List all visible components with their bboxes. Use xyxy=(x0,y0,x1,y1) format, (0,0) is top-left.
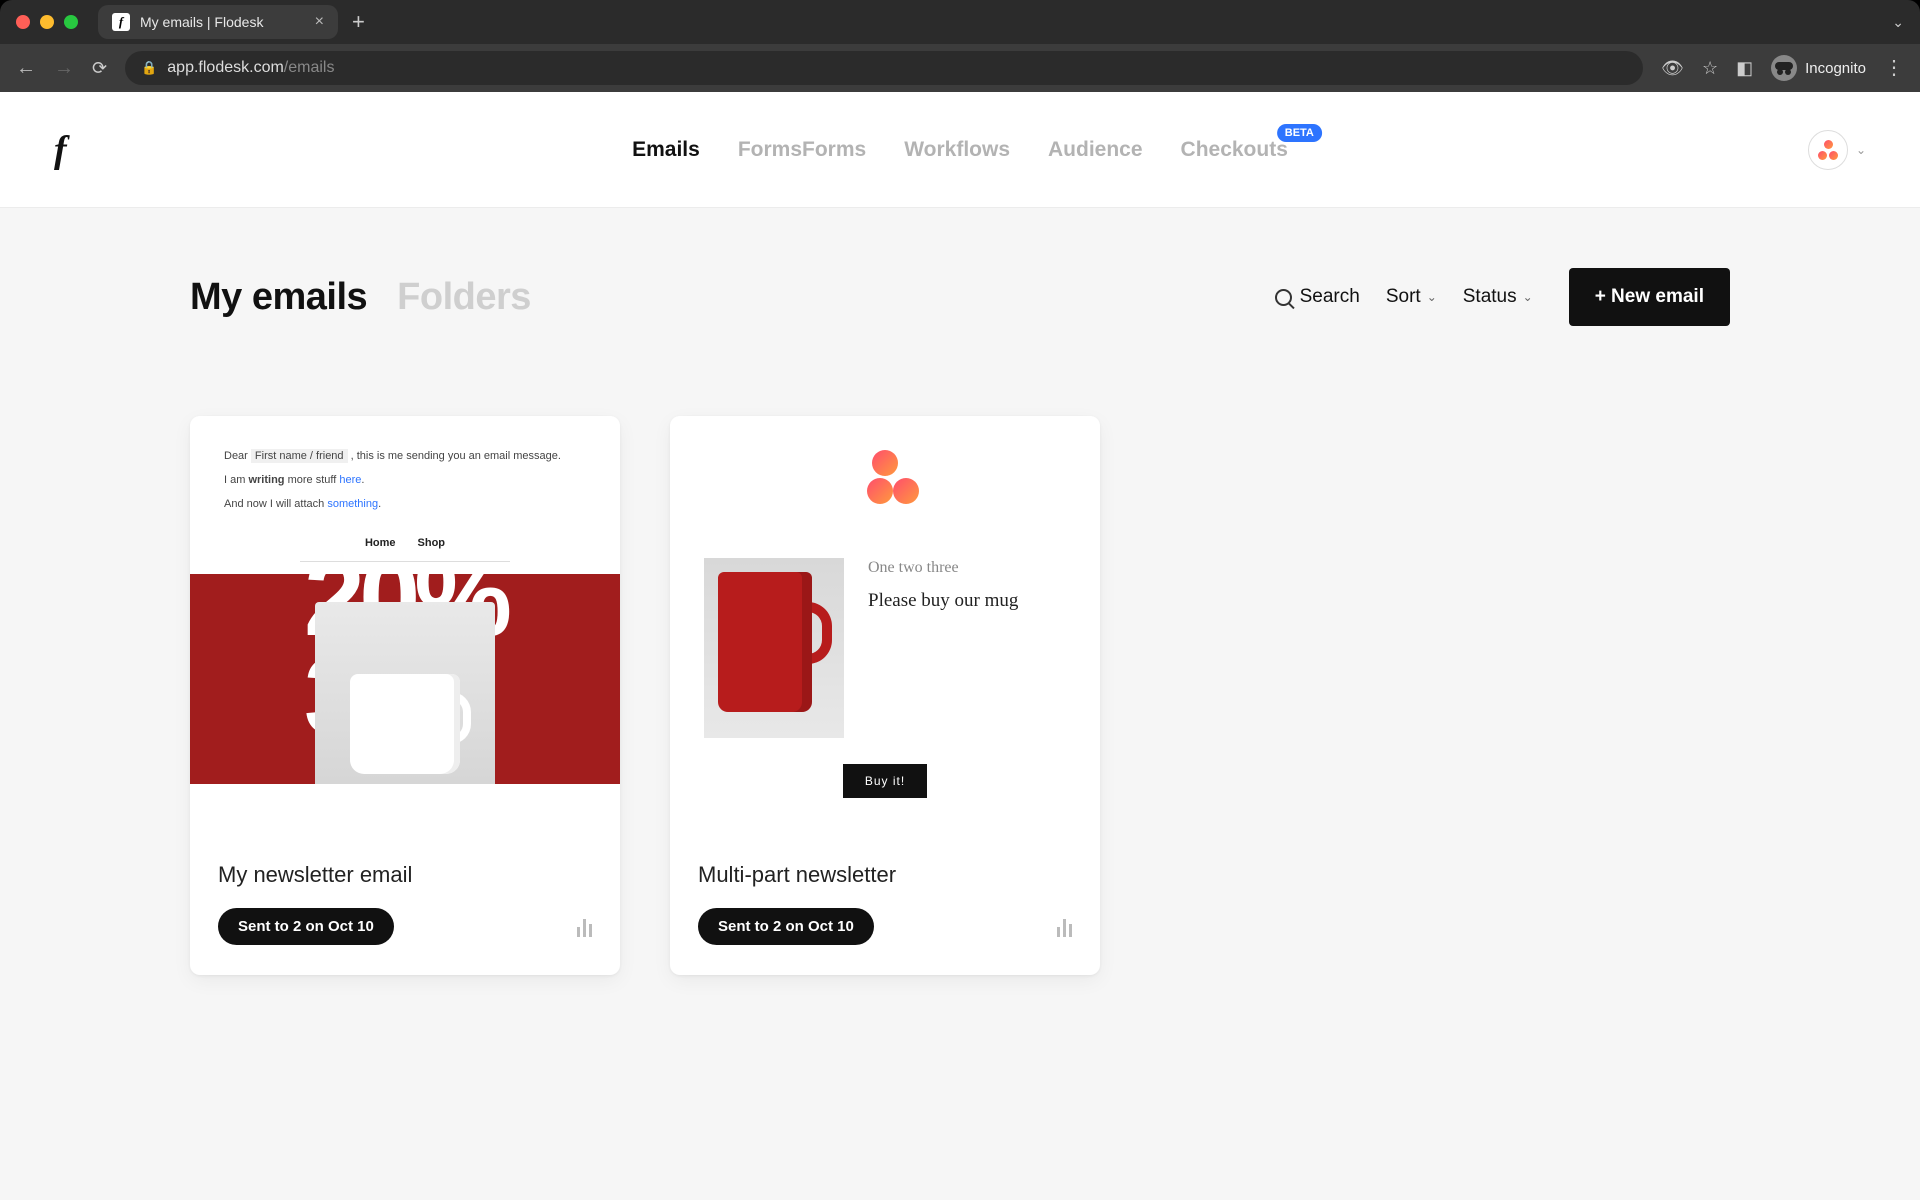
preview-logo-icon xyxy=(670,450,1100,510)
nav-workflows[interactable]: Workflows xyxy=(904,138,1010,162)
reload-button[interactable]: ⟳ xyxy=(92,58,107,79)
lock-icon: 🔒 xyxy=(141,60,157,76)
preview-text: Dear xyxy=(224,450,251,462)
forward-button[interactable]: → xyxy=(54,57,74,80)
preview-text: I am xyxy=(224,474,248,486)
sort-label: Sort xyxy=(1386,286,1421,308)
tabs-dropdown-icon[interactable]: ⌄ xyxy=(1892,14,1904,31)
nav-emails[interactable]: Emails xyxy=(632,138,700,162)
maximize-window-button[interactable] xyxy=(64,15,78,29)
preview-copy: One two three Please buy our mug xyxy=(868,558,1066,614)
url-host: app.flodesk.com xyxy=(167,59,284,76)
incognito-label: Incognito xyxy=(1805,60,1866,77)
new-email-button[interactable]: + New email xyxy=(1569,268,1730,326)
nav-checkouts[interactable]: Checkouts BETA xyxy=(1181,138,1288,162)
preview-text: . xyxy=(378,498,381,510)
chevron-down-icon: ⌄ xyxy=(1427,290,1437,304)
search-label: Search xyxy=(1300,286,1360,308)
bookmark-star-icon[interactable]: ☆ xyxy=(1702,58,1718,79)
sort-dropdown[interactable]: Sort ⌄ xyxy=(1386,286,1437,308)
preview-headline: Please buy our mug xyxy=(868,589,1066,614)
nav-checkouts-label: Checkouts xyxy=(1181,138,1288,161)
sub-tabs: My emails Folders xyxy=(190,276,531,319)
favicon-icon: f xyxy=(112,13,130,31)
preview-cta-button: Buy it! xyxy=(843,764,927,798)
preview-hero-image: 20%30 xyxy=(190,574,620,784)
eye-off-icon[interactable]: 👁 xyxy=(1661,58,1684,79)
nav-forms[interactable]: FormsForms xyxy=(738,138,866,162)
divider xyxy=(300,561,510,562)
status-badge: Sent to 2 on Oct 10 xyxy=(698,908,874,945)
sub-header: My emails Folders Search Sort ⌄ Status ⌄… xyxy=(190,268,1730,326)
preview-text: writing xyxy=(248,474,284,486)
email-preview: Dear First name / friend , this is me se… xyxy=(190,416,620,838)
tab-folders[interactable]: Folders xyxy=(397,276,531,319)
list-actions: Search Sort ⌄ Status ⌄ + New email xyxy=(1275,268,1730,326)
preview-link: something xyxy=(327,498,378,510)
preview-text: more stuff xyxy=(285,474,340,486)
minimize-window-button[interactable] xyxy=(40,15,54,29)
main-nav: Emails FormsForms Workflows Audience Che… xyxy=(632,138,1288,162)
chevron-down-icon: ⌄ xyxy=(1523,290,1533,304)
preview-script-text: One two three xyxy=(868,558,1066,577)
incognito-icon xyxy=(1771,55,1797,81)
chevron-down-icon: ⌄ xyxy=(1856,143,1866,157)
email-title: My newsletter email xyxy=(218,862,592,888)
preview-link: here xyxy=(339,474,361,486)
preview-body: One two three Please buy our mug xyxy=(670,510,1100,754)
address-bar[interactable]: 🔒 app.flodesk.com/emails xyxy=(125,51,1643,85)
email-preview: One two three Please buy our mug Buy it! xyxy=(670,416,1100,838)
search-button[interactable]: Search xyxy=(1275,286,1360,308)
email-title: Multi-part newsletter xyxy=(698,862,1072,888)
card-meta: Sent to 2 on Oct 10 xyxy=(698,908,1072,945)
avatar-icon xyxy=(1808,130,1848,170)
status-dropdown[interactable]: Status ⌄ xyxy=(1463,286,1533,308)
card-footer: Multi-part newsletter Sent to 2 on Oct 1… xyxy=(670,838,1100,975)
preview-text: . xyxy=(361,474,364,486)
flodesk-logo[interactable]: f xyxy=(54,128,67,172)
tab-my-emails[interactable]: My emails xyxy=(190,276,367,319)
search-icon xyxy=(1275,289,1292,306)
close-window-button[interactable] xyxy=(16,15,30,29)
back-button[interactable]: ← xyxy=(16,57,36,80)
incognito-badge[interactable]: Incognito xyxy=(1771,55,1866,81)
emails-grid: Dear First name / friend , this is me se… xyxy=(190,416,1730,975)
preview-text: And now I will attach xyxy=(224,498,327,510)
browser-tab[interactable]: f My emails | Flodesk × xyxy=(98,5,338,39)
app-page: f Emails FormsForms Workflows Audience C… xyxy=(0,92,1920,1200)
preview-body-text: Dear First name / friend , this is me se… xyxy=(190,416,620,527)
close-tab-icon[interactable]: × xyxy=(315,13,324,31)
window-titlebar: f My emails | Flodesk × + ⌄ xyxy=(0,0,1920,44)
app-header: f Emails FormsForms Workflows Audience C… xyxy=(0,92,1920,208)
url-path: /emails xyxy=(284,59,335,76)
traffic-lights xyxy=(16,15,78,29)
analytics-icon[interactable] xyxy=(1057,917,1072,937)
browser-toolbar: ← → ⟳ 🔒 app.flodesk.com/emails 👁 ☆ ◧ Inc… xyxy=(0,44,1920,92)
preview-mug-image xyxy=(704,558,844,738)
preview-nav-item: Shop xyxy=(418,537,446,549)
card-footer: My newsletter email Sent to 2 on Oct 10 xyxy=(190,838,620,975)
preview-mug-image xyxy=(315,602,495,784)
tab-title: My emails | Flodesk xyxy=(140,14,263,30)
merge-tag: First name / friend xyxy=(251,449,348,463)
preview-nav-item: Home xyxy=(365,537,396,549)
browser-menu-icon[interactable]: ⋮ xyxy=(1884,66,1904,71)
url-text: app.flodesk.com/emails xyxy=(167,59,334,77)
preview-text: , this is me sending you an email messag… xyxy=(351,450,561,462)
status-badge: Sent to 2 on Oct 10 xyxy=(218,908,394,945)
beta-badge: BETA xyxy=(1277,124,1322,142)
preview-nav: Home Shop xyxy=(190,527,620,561)
analytics-icon[interactable] xyxy=(577,917,592,937)
new-tab-button[interactable]: + xyxy=(352,9,365,35)
card-meta: Sent to 2 on Oct 10 xyxy=(218,908,592,945)
email-card[interactable]: One two three Please buy our mug Buy it!… xyxy=(670,416,1100,975)
panel-icon[interactable]: ◧ xyxy=(1736,58,1753,79)
status-label: Status xyxy=(1463,286,1517,308)
nav-audience[interactable]: Audience xyxy=(1048,138,1143,162)
content-area: My emails Folders Search Sort ⌄ Status ⌄… xyxy=(0,208,1920,975)
email-card[interactable]: Dear First name / friend , this is me se… xyxy=(190,416,620,975)
account-menu[interactable]: ⌄ xyxy=(1808,130,1866,170)
